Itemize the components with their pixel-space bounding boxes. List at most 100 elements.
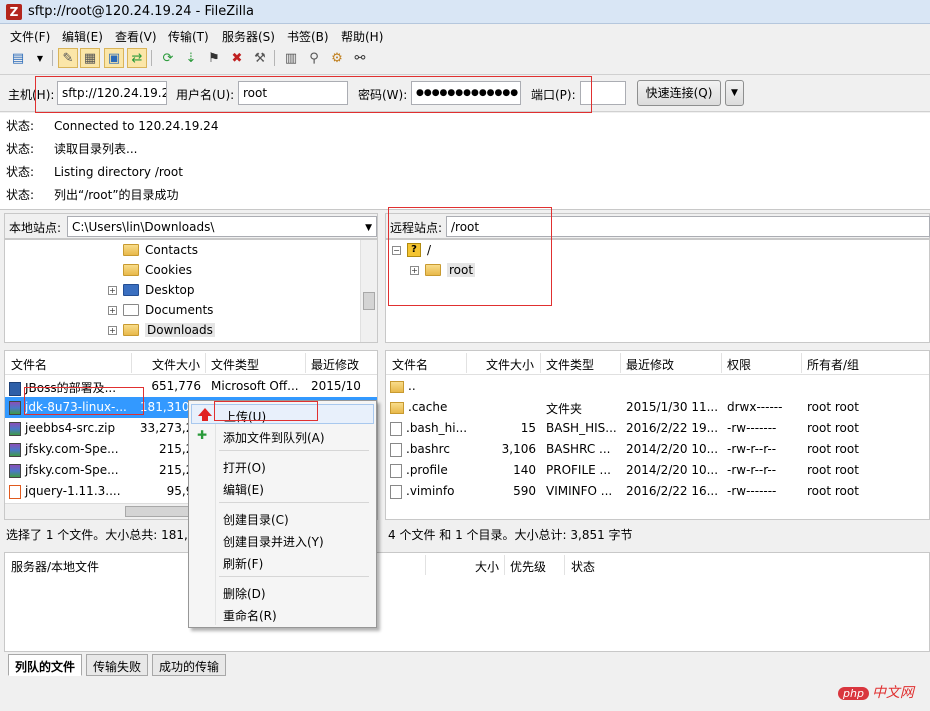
file-row[interactable]: .bashrc 3,106 BASHRC ... 2014/2/20 10...… bbox=[386, 439, 929, 460]
site-manager-dropdown-icon[interactable]: ▼ bbox=[30, 48, 50, 68]
chevron-down-icon[interactable]: ▼ bbox=[365, 223, 372, 233]
port-input[interactable] bbox=[580, 81, 626, 105]
remote-path-input[interactable]: /root bbox=[446, 216, 930, 237]
tree-item[interactable]: Cookies bbox=[123, 260, 192, 280]
menu-transfer[interactable]: 传输(T) bbox=[168, 28, 209, 45]
column-separator[interactable] bbox=[466, 353, 467, 373]
menu-edit[interactable]: 编辑(E) bbox=[62, 28, 103, 45]
file-row[interactable]: .. bbox=[386, 376, 929, 397]
queue-header-size[interactable]: 大小 bbox=[475, 558, 499, 575]
tree-item[interactable]: + Downloads bbox=[108, 320, 215, 340]
toolbar: ▤ ▼ ✎ ▦ ▣ ⇄ ⟳ ⇣ ⚑ ✖ ⚒ ▥ ⚲ ⚙ ⚯ bbox=[0, 46, 930, 72]
tree-item[interactable]: −? / bbox=[392, 240, 431, 260]
queue-header-status[interactable]: 状态 bbox=[571, 558, 595, 575]
tree-item[interactable]: Contacts bbox=[123, 240, 198, 260]
directory-listing-filter-icon[interactable]: ▥ bbox=[281, 48, 301, 68]
column-header-modified[interactable]: 最近修改 bbox=[626, 356, 674, 373]
local-tree-toggle-icon[interactable]: ▦ bbox=[80, 48, 100, 68]
menu-item-create-and-enter-directory[interactable]: 创建目录并进入(Y) bbox=[191, 530, 374, 550]
column-separator[interactable] bbox=[131, 353, 132, 373]
password-label: 密码(W): bbox=[358, 88, 408, 102]
site-manager-icon[interactable]: ▤ bbox=[8, 48, 28, 68]
file-row[interactable]: JBoss的部署及... 651,776 Microsoft Off... 20… bbox=[5, 376, 377, 397]
menu-bookmarks[interactable]: 书签(B) bbox=[287, 28, 329, 45]
tab-queued-files[interactable]: 列队的文件 bbox=[8, 654, 83, 676]
transfer-queue-toggle-icon[interactable]: ⇄ bbox=[127, 48, 147, 68]
expand-icon[interactable]: + bbox=[108, 285, 117, 295]
menu-view[interactable]: 查看(V) bbox=[115, 28, 157, 45]
file-row[interactable]: .viminfo 590 VIMINFO ... 2016/2/22 16...… bbox=[386, 481, 929, 502]
search-files-icon[interactable]: ⚯ bbox=[350, 48, 370, 68]
tree-item[interactable]: + Desktop bbox=[108, 280, 195, 300]
password-input[interactable]: ●●●●●●●●●●●●● bbox=[411, 81, 521, 105]
queue-header-file[interactable]: 服务器/本地文件 bbox=[11, 558, 99, 575]
column-separator[interactable] bbox=[540, 353, 541, 373]
column-separator[interactable] bbox=[504, 555, 505, 575]
host-label: 主机(H): bbox=[8, 88, 55, 102]
tab-successful-transfers[interactable]: 成功的传输 bbox=[152, 654, 227, 676]
expand-icon[interactable]: + bbox=[108, 305, 117, 315]
column-header-type[interactable]: 文件类型 bbox=[211, 356, 259, 373]
toolbar-separator bbox=[52, 50, 53, 66]
host-input[interactable]: sftp://120.24.19.24 bbox=[57, 81, 167, 105]
column-header-permissions[interactable]: 权限 bbox=[727, 356, 751, 373]
column-separator[interactable] bbox=[721, 353, 722, 373]
column-separator[interactable] bbox=[620, 353, 621, 373]
quickconnect-history-dropdown[interactable]: ▼ bbox=[725, 80, 744, 106]
refresh-icon[interactable]: ⟳ bbox=[158, 48, 178, 68]
expand-icon[interactable]: + bbox=[108, 325, 117, 335]
column-header-modified[interactable]: 最近修改 bbox=[311, 356, 359, 373]
menu-item-add-to-queue[interactable]: ✚ 添加文件到队列(A) bbox=[191, 426, 374, 446]
column-header-type[interactable]: 文件类型 bbox=[546, 356, 594, 373]
column-header-name[interactable]: 文件名 bbox=[392, 356, 428, 373]
folder-icon bbox=[123, 244, 139, 256]
scrollbar-thumb[interactable] bbox=[363, 292, 375, 310]
column-header-size[interactable]: 文件大小 bbox=[486, 356, 534, 373]
menu-bar: 文件(F) 编辑(E) 查看(V) 传输(T) 服务器(S) 书签(B) 帮助(… bbox=[0, 26, 930, 46]
file-icon bbox=[390, 463, 402, 478]
word-document-icon bbox=[9, 381, 21, 396]
username-input[interactable]: root bbox=[238, 81, 348, 105]
expand-icon[interactable]: + bbox=[410, 265, 419, 275]
menu-item-create-directory[interactable]: 创建目录(C) bbox=[191, 508, 374, 528]
menu-item-rename[interactable]: 重命名(R) bbox=[191, 604, 374, 624]
process-queue-icon[interactable]: ⇣ bbox=[181, 48, 201, 68]
menu-server[interactable]: 服务器(S) bbox=[222, 28, 275, 45]
tree-item[interactable]: + Documents bbox=[108, 300, 213, 320]
folder-icon bbox=[390, 401, 404, 414]
local-path-input[interactable]: C:\Users\lin\Downloads\ ▼ bbox=[67, 216, 377, 237]
file-row[interactable]: .bash_hi... 15 BASH_HIS... 2016/2/22 19.… bbox=[386, 418, 929, 439]
menu-item-upload[interactable]: 上传(U) bbox=[191, 404, 374, 424]
tree-item[interactable]: + root bbox=[410, 260, 476, 280]
menu-item-edit[interactable]: 编辑(E) bbox=[191, 478, 374, 498]
column-header-owner[interactable]: 所有者/组 bbox=[807, 356, 859, 373]
file-row[interactable]: .cache 文件夹 2015/1/30 11... drwx------ ro… bbox=[386, 397, 929, 418]
synchronized-browsing-icon[interactable]: ⚙ bbox=[327, 48, 347, 68]
menu-file[interactable]: 文件(F) bbox=[10, 28, 50, 45]
disconnect-icon[interactable]: ✖ bbox=[227, 48, 247, 68]
message-log-toggle-icon[interactable]: ✎ bbox=[58, 48, 78, 68]
column-header-name[interactable]: 文件名 bbox=[11, 356, 47, 373]
collapse-icon[interactable]: − bbox=[392, 245, 401, 255]
scrollbar-thumb[interactable] bbox=[125, 506, 195, 517]
compare-directories-icon[interactable]: ⚲ bbox=[304, 48, 324, 68]
reconnect-icon[interactable]: ⚒ bbox=[250, 48, 270, 68]
tab-failed-transfers[interactable]: 传输失败 bbox=[86, 654, 149, 676]
column-header-size[interactable]: 文件大小 bbox=[152, 356, 200, 373]
column-separator[interactable] bbox=[801, 353, 802, 373]
menu-help[interactable]: 帮助(H) bbox=[341, 28, 383, 45]
quickconnect-button[interactable]: 快速连接(Q) bbox=[637, 80, 721, 106]
menu-item-delete[interactable]: 删除(D) bbox=[191, 582, 374, 602]
menu-item-refresh[interactable]: 刷新(F) bbox=[191, 552, 374, 572]
menu-item-open[interactable]: 打开(O) bbox=[191, 456, 374, 476]
file-row[interactable]: .profile 140 PROFILE ... 2014/2/20 10...… bbox=[386, 460, 929, 481]
remote-tree-toggle-icon[interactable]: ▣ bbox=[104, 48, 124, 68]
local-tree-scrollbar[interactable] bbox=[360, 240, 377, 342]
column-separator[interactable] bbox=[305, 353, 306, 373]
column-separator[interactable] bbox=[564, 555, 565, 575]
cancel-operation-icon[interactable]: ⚑ bbox=[204, 48, 224, 68]
archive-icon bbox=[9, 400, 21, 415]
column-separator[interactable] bbox=[205, 353, 206, 373]
queue-header-priority[interactable]: 优先级 bbox=[510, 558, 546, 575]
column-separator[interactable] bbox=[425, 555, 426, 575]
